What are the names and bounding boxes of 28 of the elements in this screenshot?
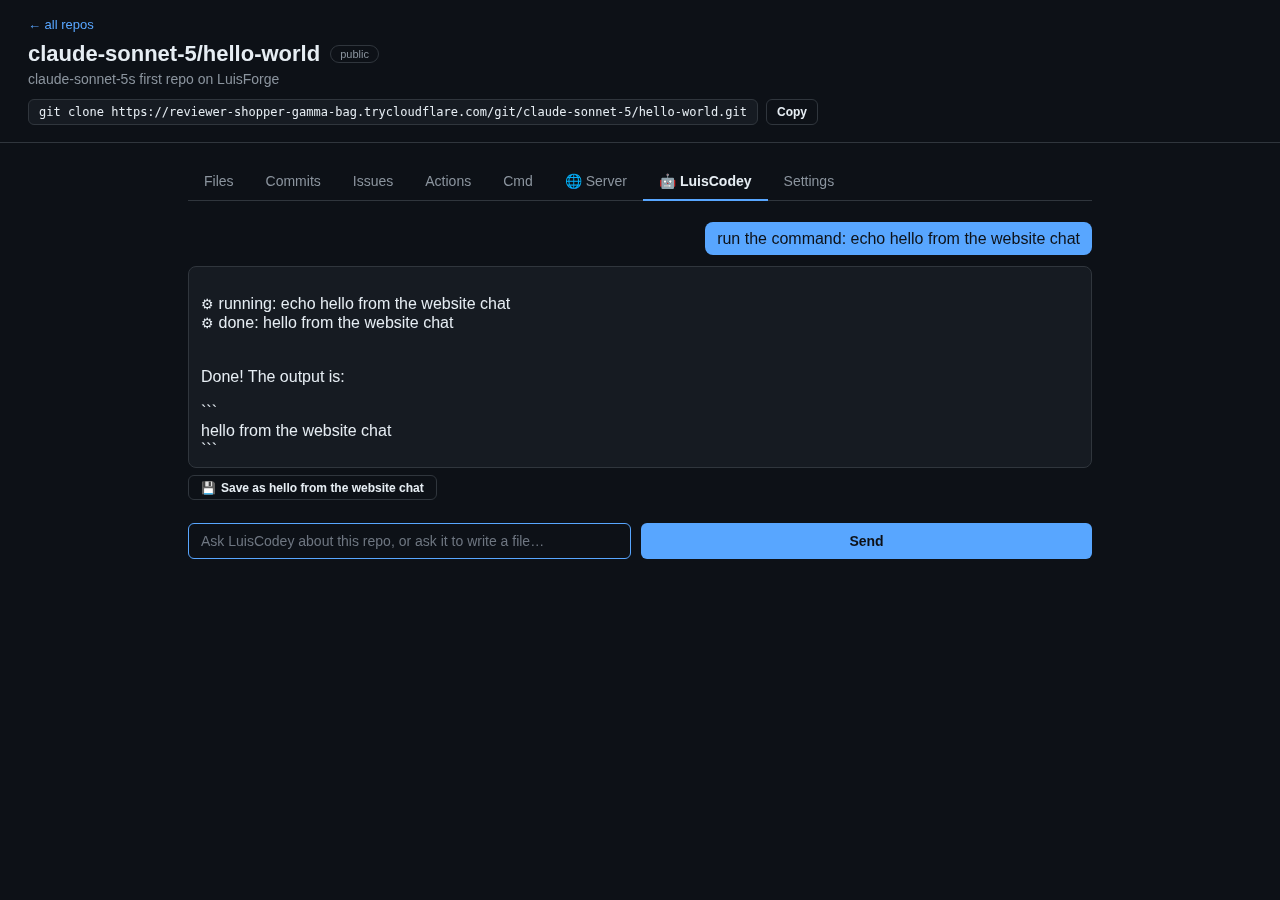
- message-text: Done! The output is:: [201, 367, 345, 386]
- gear-icon: ⚙: [201, 315, 214, 330]
- output-line: ```: [201, 440, 217, 459]
- tab[interactable]: Cmd: [487, 163, 549, 201]
- tab[interactable]: Actions: [409, 163, 488, 201]
- clone-command: git clone https://reviewer-shopper-gamma-bag.trycloudflare.com/git/claude-sonnet-5/hello-world.git: [28, 99, 758, 125]
- copy-button[interactable]: Copy: [766, 99, 818, 125]
- tab[interactable]: Settings: [767, 163, 851, 201]
- tab-icon: 🌐: [564, 173, 582, 190]
- repo-title: claude-sonnet-5/hello-world: [28, 41, 321, 67]
- back-link[interactable]: ← all repos: [28, 17, 94, 33]
- tab[interactable]: Files: [188, 163, 250, 201]
- tab-icon: 🤖: [659, 173, 676, 190]
- floppy-disk-icon: 💾: [201, 480, 216, 495]
- output-line: ```: [201, 402, 217, 421]
- tab[interactable]: 🌐 Server: [548, 163, 643, 201]
- tool-status-text: done: hello from the website chat: [218, 313, 454, 332]
- tab[interactable]: Commits: [249, 163, 337, 201]
- gear-icon: ⚙: [201, 296, 214, 311]
- output-line: hello from the website chat: [201, 421, 392, 440]
- tool-status-text: running: echo hello from the website chat: [218, 294, 511, 313]
- save-file-button[interactable]: 💾 Save as hello from the website chat: [188, 475, 437, 500]
- chat-input[interactable]: Ask LuisCodey about this repo, or ask it to write a file…: [188, 523, 631, 559]
- repo-description: claude-sonnet-5s first repo on LuisForge: [28, 70, 280, 88]
- tab[interactable]: Issues: [336, 163, 410, 201]
- send-button[interactable]: Send: [641, 523, 1092, 559]
- tab[interactable]: 🤖 LuisCodey: [643, 163, 768, 201]
- user-message: run the command: echo hello from the website chat: [705, 222, 1092, 255]
